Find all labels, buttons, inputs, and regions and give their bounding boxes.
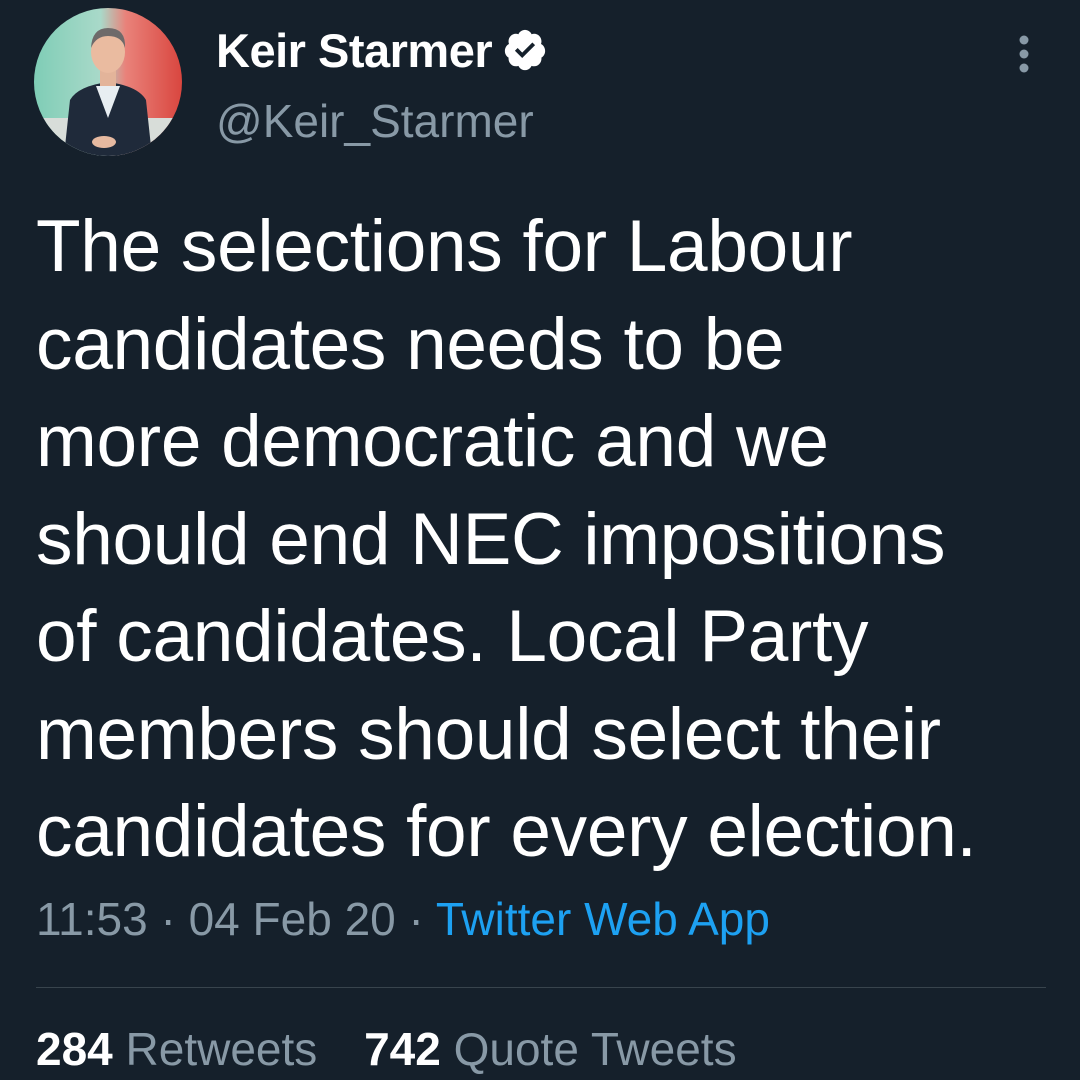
tweet-text-line: of candidates. Local Party bbox=[36, 596, 869, 677]
meta-separator: · bbox=[408, 893, 424, 945]
verified-badge-icon bbox=[502, 27, 548, 73]
retweets-stat[interactable]: 284 Retweets bbox=[36, 1022, 317, 1076]
avatar[interactable] bbox=[34, 8, 182, 156]
retweets-count: 284 bbox=[36, 1023, 113, 1075]
retweets-label: Retweets bbox=[125, 1023, 318, 1075]
author-name-row[interactable]: Keir Starmer bbox=[216, 20, 548, 80]
tweet-text-line: members should select their bbox=[36, 693, 941, 775]
tweet-stats: 284 Retweets 742 Quote Tweets bbox=[36, 1022, 737, 1076]
tweet-meta: 11:53 · 04 Feb 20 · Twitter Web App bbox=[36, 892, 770, 946]
profile-photo-icon bbox=[34, 8, 182, 156]
divider bbox=[36, 987, 1046, 988]
tweet-text-line: should end NEC impositions bbox=[36, 498, 946, 580]
more-options-icon[interactable] bbox=[1004, 32, 1044, 76]
author-handle[interactable]: @Keir_Starmer bbox=[216, 94, 534, 148]
quote-tweets-label: Quote Tweets bbox=[453, 1023, 737, 1075]
tweet-detail: Keir Starmer @Keir_Starmer The selection… bbox=[0, 0, 1080, 1080]
tweet-text-line: candidates for every election. bbox=[36, 791, 977, 872]
tweet-text: The selections for Labour candidates nee… bbox=[36, 198, 1046, 881]
tweet-text-line: The selections for Labour bbox=[36, 206, 853, 287]
display-name: Keir Starmer bbox=[216, 23, 493, 77]
tweet-source-link[interactable]: Twitter Web App bbox=[436, 893, 770, 945]
quote-tweets-stat[interactable]: 742 Quote Tweets bbox=[364, 1022, 737, 1076]
quote-tweets-count: 742 bbox=[364, 1023, 441, 1075]
tweet-date[interactable]: 04 Feb 20 bbox=[189, 893, 396, 945]
tweet-text-line: candidates needs to be bbox=[36, 303, 785, 385]
meta-separator: · bbox=[160, 893, 176, 945]
tweet-time[interactable]: 11:53 bbox=[36, 893, 148, 945]
tweet-text-line: more democratic and we bbox=[36, 401, 829, 482]
